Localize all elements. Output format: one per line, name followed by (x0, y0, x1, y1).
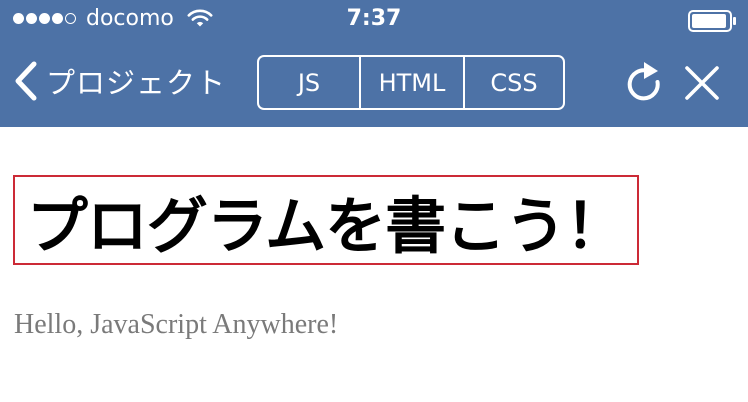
heading-container: プログラムを書こう！ (13, 175, 639, 265)
language-tab-control: JS HTML CSS (257, 55, 565, 110)
hello-paragraph: Hello, JavaScript Anywhere! (14, 309, 339, 340)
page-heading: プログラムを書こう！ (26, 190, 626, 262)
back-button[interactable]: プロジェクト (12, 60, 226, 106)
reload-icon[interactable] (625, 60, 667, 110)
tab-js[interactable]: JS (259, 57, 359, 108)
status-bar: docomo 7:37 (0, 0, 748, 40)
tab-html[interactable]: HTML (359, 57, 463, 108)
top-bar: docomo 7:37 プロジェクト JS HTML CSS (0, 0, 748, 127)
back-label: プロジェクト (46, 66, 227, 100)
close-icon[interactable] (682, 63, 722, 107)
battery-icon (688, 10, 738, 36)
status-time: 7:37 (346, 6, 402, 31)
chevron-left-icon (12, 60, 40, 106)
tab-css[interactable]: CSS (463, 57, 563, 108)
